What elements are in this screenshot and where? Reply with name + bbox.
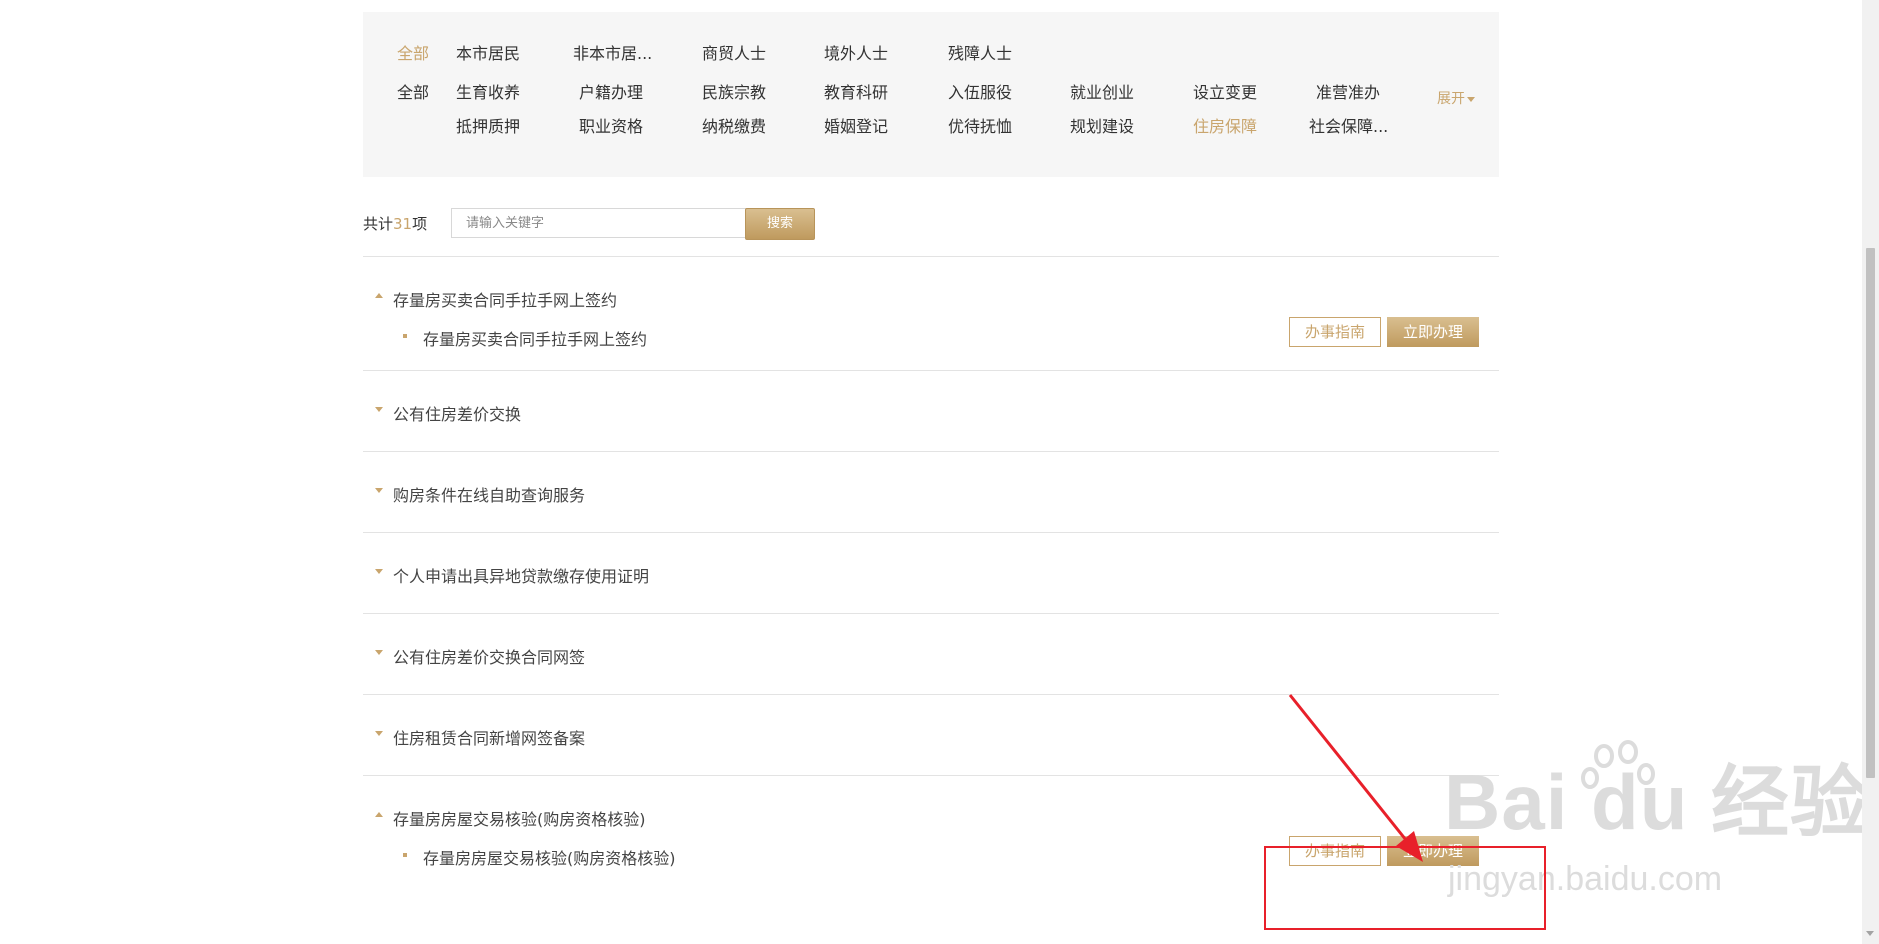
caret-down-icon <box>375 650 383 655</box>
list-item: 住房租赁合同新增网签备案 <box>363 694 1499 775</box>
filter-topic-item[interactable]: 规划建设 <box>1070 112 1134 142</box>
filter-audience-nonlocal[interactable]: 非本市居... <box>573 39 652 69</box>
caret-down-icon <box>375 569 383 574</box>
bullet-icon <box>403 334 407 338</box>
filter-topic-item[interactable]: 教育科研 <box>824 78 888 108</box>
sub-item-title: 存量房房屋交易核验(购房资格核验) <box>423 849 676 868</box>
filter-topic-item[interactable]: 纳税缴费 <box>702 112 766 142</box>
section-title: 公有住房差价交换合同网签 <box>393 648 586 667</box>
expand-toggle[interactable]: 展开 <box>1437 88 1475 108</box>
service-list: 存量房买卖合同手拉手网上签约 存量房买卖合同手拉手网上签约 办事指南 立即办理 … <box>363 256 1499 889</box>
filter-audience-business[interactable]: 商贸人士 <box>702 39 766 69</box>
filter-topic-item[interactable]: 社会保障... <box>1309 112 1388 142</box>
count-value: 31 <box>393 215 413 233</box>
section-header[interactable]: 公有住房差价交换合同网签 <box>363 614 1499 694</box>
filter-audience-local-resident[interactable]: 本市居民 <box>456 39 520 69</box>
filter-panel: 全部 本市居民 非本市居... 商贸人士 境外人士 残障人士 全部 生育收养 户… <box>363 12 1499 177</box>
section-header[interactable]: 个人申请出具异地贷款缴存使用证明 <box>363 533 1499 613</box>
list-item: 公有住房差价交换 <box>363 370 1499 451</box>
section-title: 存量房买卖合同手拉手网上签约 <box>393 291 618 310</box>
filter-topic-item[interactable]: 职业资格 <box>579 112 643 142</box>
filter-topic-item[interactable]: 户籍办理 <box>579 78 643 108</box>
guide-button[interactable]: 办事指南 <box>1289 317 1381 347</box>
filter-audience-all[interactable]: 全部 <box>397 39 429 69</box>
section-title: 住房租赁合同新增网签备案 <box>393 729 586 748</box>
filter-topic-item[interactable]: 婚姻登记 <box>824 112 888 142</box>
highlight-box <box>1264 846 1546 930</box>
section-title: 公有住房差价交换 <box>393 405 522 424</box>
watermark-logo-text: Bai du 经验 <box>1444 758 1870 846</box>
section-title: 个人申请出具异地贷款缴存使用证明 <box>393 567 650 586</box>
filter-topic-all[interactable]: 全部 <box>397 78 429 108</box>
caret-down-icon <box>375 731 383 736</box>
list-item: 购房条件在线自助查询服务 <box>363 451 1499 532</box>
list-item: 公有住房差价交换合同网签 <box>363 613 1499 694</box>
filter-topic-housing[interactable]: 住房保障 <box>1193 112 1257 142</box>
apply-button[interactable]: 立即办理 <box>1387 317 1479 347</box>
search-button[interactable]: 搜索 <box>745 208 815 240</box>
caret-up-icon <box>375 812 383 817</box>
expand-label: 展开 <box>1437 91 1465 107</box>
filter-topic-item[interactable]: 准营准办 <box>1316 78 1380 108</box>
count-prefix: 共计 <box>363 215 394 233</box>
section-header[interactable]: 购房条件在线自助查询服务 <box>363 452 1499 532</box>
filter-topic-item[interactable]: 生育收养 <box>456 78 520 108</box>
search-bar: 共计31项 搜索 <box>363 206 1499 240</box>
list-item: 个人申请出具异地贷款缴存使用证明 <box>363 532 1499 613</box>
audience-filter-row: 全部 本市居民 非本市居... 商贸人士 境外人士 残障人士 <box>363 39 1499 69</box>
section-header[interactable]: 住房租赁合同新增网签备案 <box>363 695 1499 775</box>
caret-up-icon <box>375 293 383 298</box>
section-title: 存量房房屋交易核验(购房资格核验) <box>393 810 646 829</box>
result-count: 共计31项 <box>363 213 427 234</box>
caret-down-icon <box>375 488 383 493</box>
list-item: 存量房买卖合同手拉手网上签约 存量房买卖合同手拉手网上签约 办事指南 立即办理 <box>363 256 1499 370</box>
topic-filter-row-2: 抵押质押 职业资格 纳税缴费 婚姻登记 优待抚恤 规划建设 住房保障 社会保障.… <box>363 112 1499 142</box>
scrollbar[interactable] <box>1862 0 1879 944</box>
filter-topic-item[interactable]: 就业创业 <box>1070 78 1134 108</box>
search-input[interactable] <box>451 208 771 238</box>
filter-topic-item[interactable]: 优待抚恤 <box>948 112 1012 142</box>
filter-topic-item[interactable]: 入伍服役 <box>948 78 1012 108</box>
section-title: 购房条件在线自助查询服务 <box>393 486 586 505</box>
filter-audience-overseas[interactable]: 境外人士 <box>824 39 888 69</box>
topic-filter-row-1: 全部 生育收养 户籍办理 民族宗教 教育科研 入伍服役 就业创业 设立变更 准营… <box>363 78 1499 108</box>
filter-topic-item[interactable]: 民族宗教 <box>702 78 766 108</box>
filter-audience-disabled[interactable]: 残障人士 <box>948 39 1012 69</box>
section-header[interactable]: 公有住房差价交换 <box>363 371 1499 451</box>
filter-topic-item[interactable]: 设立变更 <box>1193 78 1257 108</box>
sub-item-title: 存量房买卖合同手拉手网上签约 <box>423 330 648 349</box>
sub-item: 存量房买卖合同手拉手网上签约 办事指南 立即办理 <box>363 313 1499 370</box>
bullet-icon <box>403 853 407 857</box>
caret-down-icon <box>1467 96 1475 102</box>
caret-down-icon <box>375 407 383 412</box>
count-suffix: 项 <box>412 215 428 233</box>
scrollbar-thumb[interactable] <box>1866 248 1875 778</box>
scroll-down-icon[interactable] <box>1866 931 1874 936</box>
filter-topic-item[interactable]: 抵押质押 <box>456 112 520 142</box>
